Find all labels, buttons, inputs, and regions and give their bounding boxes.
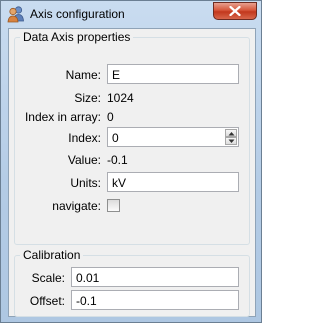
name-label: Name: — [65, 68, 101, 82]
axis-configuration-window: Axis configuration Data Axis properties … — [0, 0, 262, 323]
units-input-value: kV — [112, 176, 127, 190]
index-spinbox-value: 0 — [112, 131, 119, 145]
scale-input-value: 0.01 — [76, 271, 100, 285]
size-label: Size: — [74, 91, 101, 105]
title-bar[interactable]: Axis configuration — [1, 1, 261, 27]
calibration-group: Calibration Scale: 0.01 Offset: -0.1 — [14, 248, 250, 317]
index-in-array-label: Index in array: — [24, 110, 101, 124]
units-label: Units: — [70, 176, 101, 190]
navigate-checkbox[interactable] — [107, 199, 120, 212]
units-input[interactable]: kV — [107, 172, 239, 192]
arrow-down-icon — [228, 139, 235, 143]
index-spin-buttons — [225, 129, 237, 145]
arrow-up-icon — [228, 132, 235, 136]
value-value: -0.1 — [107, 153, 128, 167]
data-axis-properties-group: Data Axis properties Name: E Size: 1024 … — [14, 30, 250, 245]
spin-up-button[interactable] — [225, 129, 237, 137]
offset-input[interactable]: -0.1 — [71, 290, 239, 310]
index-spinbox[interactable]: 0 — [107, 127, 239, 147]
navigate-label: navigate: — [52, 199, 101, 213]
spin-down-button[interactable] — [225, 137, 237, 145]
offset-label: Offset: — [29, 294, 65, 308]
calibration-group-title: Calibration — [20, 248, 84, 262]
name-input[interactable]: E — [107, 64, 239, 84]
users-icon — [7, 5, 25, 23]
scale-label: Scale: — [31, 271, 65, 285]
window-title: Axis configuration — [30, 7, 125, 21]
close-button[interactable] — [213, 2, 257, 20]
size-value: 1024 — [107, 91, 134, 105]
dialog-body: Data Axis properties Name: E Size: 1024 … — [8, 28, 256, 317]
index-label: Index: — [68, 131, 101, 145]
close-icon — [229, 6, 241, 16]
data-axis-group-title: Data Axis properties — [20, 30, 134, 44]
value-label: Value: — [67, 153, 101, 167]
index-in-array-value: 0 — [107, 110, 114, 124]
scale-input[interactable]: 0.01 — [71, 267, 239, 287]
offset-input-value: -0.1 — [76, 294, 97, 308]
name-input-value: E — [112, 68, 121, 82]
